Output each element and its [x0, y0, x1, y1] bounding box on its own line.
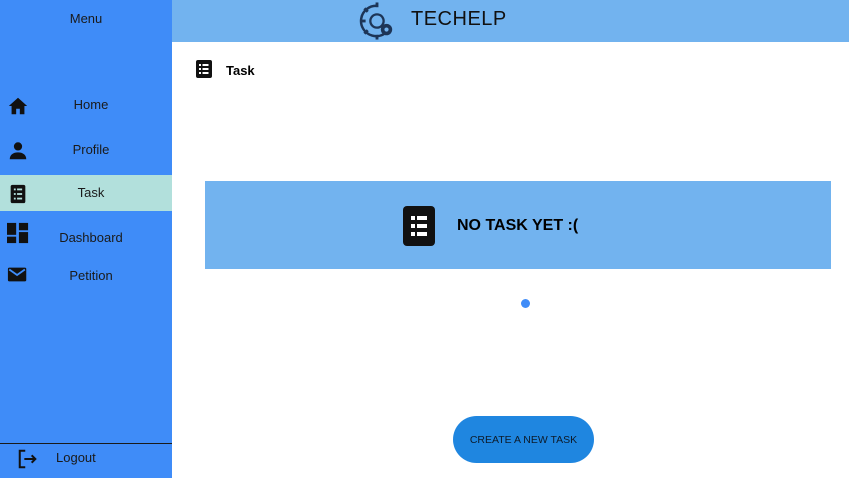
- sidebar-item-home[interactable]: Home: [0, 87, 172, 123]
- sidebar-item-task[interactable]: Task: [0, 175, 172, 211]
- sidebar: Menu Home Profile Task Dashboard Petitio…: [0, 0, 172, 478]
- sidebar-item-label: Dashboard: [59, 230, 123, 245]
- app-brand: TECHELP: [411, 8, 507, 30]
- create-task-button[interactable]: CREATE A NEW TASK: [453, 416, 594, 463]
- page-title: Task: [226, 63, 255, 78]
- sidebar-item-label: Task: [77, 185, 105, 200]
- page-indicator-dot[interactable]: [521, 299, 530, 308]
- sidebar-item-dashboard[interactable]: Dashboard: [0, 220, 172, 256]
- sidebar-item-profile[interactable]: Profile: [0, 132, 172, 168]
- sidebar-item-label: Petition: [69, 268, 113, 283]
- top-header: TECHELP: [172, 0, 849, 42]
- sidebar-item-label: Home: [73, 97, 109, 112]
- task-list-icon: [196, 60, 212, 78]
- logout-button[interactable]: Logout: [0, 444, 172, 478]
- empty-state-message: NO TASK YET :(: [457, 217, 579, 234]
- menu-title: Menu: [69, 11, 103, 26]
- gear-logo-icon: [359, 2, 393, 40]
- sidebar-item-label: Profile: [72, 142, 110, 157]
- empty-state-banner: NO TASK YET :(: [205, 181, 831, 269]
- task-list-icon: [403, 206, 435, 246]
- logout-icon: [18, 449, 37, 469]
- sidebar-item-petition[interactable]: Petition: [0, 258, 172, 294]
- logout-label: Logout: [56, 450, 96, 465]
